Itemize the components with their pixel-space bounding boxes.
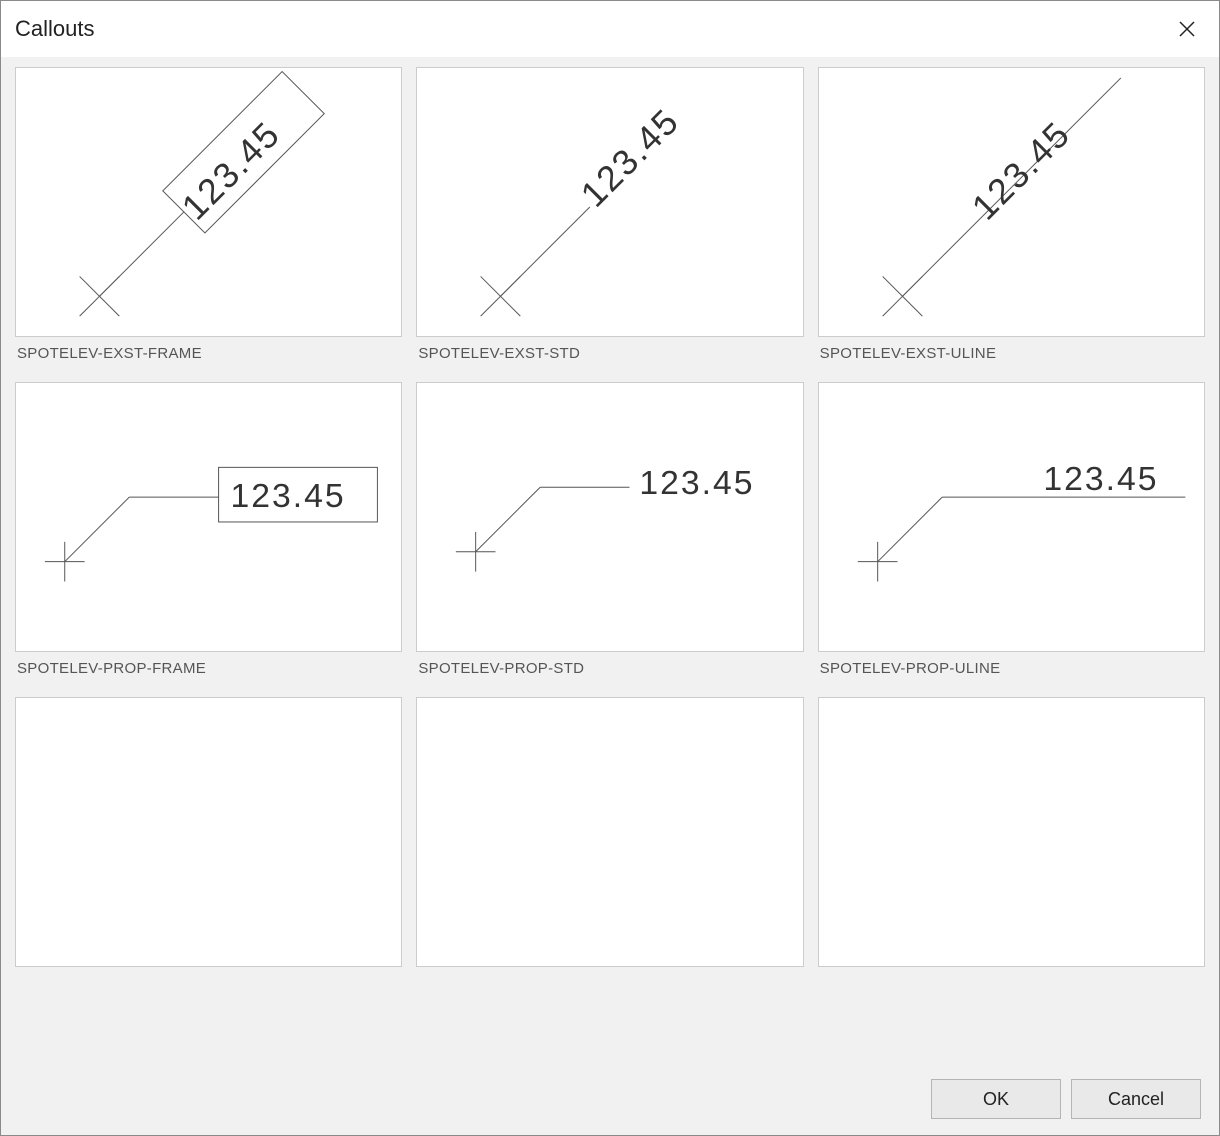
callout-grid: 123.45 SPOTELEV-EXST-FRAME bbox=[15, 67, 1205, 981]
preview-value: 123.45 bbox=[964, 114, 1078, 228]
titlebar: Callouts bbox=[1, 1, 1219, 57]
callout-label: SPOTELEV-EXST-STD bbox=[416, 337, 803, 368]
ok-button[interactable]: OK bbox=[931, 1079, 1061, 1119]
callout-cell bbox=[818, 697, 1205, 981]
callout-cell bbox=[15, 697, 402, 981]
callout-label bbox=[818, 967, 1205, 981]
callout-thumb-prop-uline[interactable]: 123.45 bbox=[818, 382, 1205, 652]
callout-thumb-prop-frame[interactable]: 123.45 bbox=[15, 382, 402, 652]
dialog-footer: OK Cancel bbox=[1, 1063, 1219, 1135]
svg-text:123.45: 123.45 bbox=[640, 464, 755, 502]
close-icon bbox=[1177, 19, 1197, 39]
svg-text:123.45: 123.45 bbox=[964, 114, 1078, 228]
callout-cell bbox=[416, 697, 803, 981]
callout-thumb-empty[interactable] bbox=[416, 697, 803, 967]
preview-value: 123.45 bbox=[573, 101, 687, 215]
callout-cell: 123.45 SPOTELEV-PROP-STD bbox=[416, 382, 803, 683]
svg-text:123.45: 123.45 bbox=[573, 101, 687, 215]
preview-value: 123.45 bbox=[640, 464, 755, 502]
svg-text:123.45: 123.45 bbox=[174, 114, 288, 228]
callout-label: SPOTELEV-PROP-ULINE bbox=[818, 652, 1205, 683]
callout-label bbox=[15, 967, 402, 981]
callout-thumb-empty[interactable] bbox=[818, 697, 1205, 967]
cancel-button[interactable]: Cancel bbox=[1071, 1079, 1201, 1119]
callout-cell: 123.45 SPOTELEV-EXST-ULINE bbox=[818, 67, 1205, 368]
callout-label: SPOTELEV-PROP-FRAME bbox=[15, 652, 402, 683]
callout-thumb-prop-std[interactable]: 123.45 bbox=[416, 382, 803, 652]
callout-thumb-empty[interactable] bbox=[15, 697, 402, 967]
callout-cell: 123.45 SPOTELEV-EXST-FRAME bbox=[15, 67, 402, 368]
callout-label: SPOTELEV-EXST-ULINE bbox=[818, 337, 1205, 368]
preview-value: 123.45 bbox=[231, 477, 346, 515]
callout-thumb-exst-uline[interactable]: 123.45 bbox=[818, 67, 1205, 337]
preview-value: 123.45 bbox=[174, 114, 288, 228]
callout-thumb-exst-std[interactable]: 123.45 bbox=[416, 67, 803, 337]
close-button[interactable] bbox=[1173, 15, 1201, 43]
dialog-body: 123.45 SPOTELEV-EXST-FRAME bbox=[1, 57, 1219, 1063]
callout-label bbox=[416, 967, 803, 981]
dialog-title: Callouts bbox=[15, 16, 94, 42]
svg-text:123.45: 123.45 bbox=[231, 477, 346, 515]
svg-text:123.45: 123.45 bbox=[1043, 460, 1158, 498]
callouts-dialog: Callouts bbox=[0, 0, 1220, 1136]
callout-label: SPOTELEV-PROP-STD bbox=[416, 652, 803, 683]
preview-value: 123.45 bbox=[1043, 460, 1158, 498]
callout-cell: 123.45 SPOTELEV-PROP-ULINE bbox=[818, 382, 1205, 683]
callout-label: SPOTELEV-EXST-FRAME bbox=[15, 337, 402, 368]
callout-cell: 123.45 SPOTELEV-PROP-FRAME bbox=[15, 382, 402, 683]
callout-cell: 123.45 SPOTELEV-EXST-STD bbox=[416, 67, 803, 368]
callout-thumb-exst-frame[interactable]: 123.45 bbox=[15, 67, 402, 337]
